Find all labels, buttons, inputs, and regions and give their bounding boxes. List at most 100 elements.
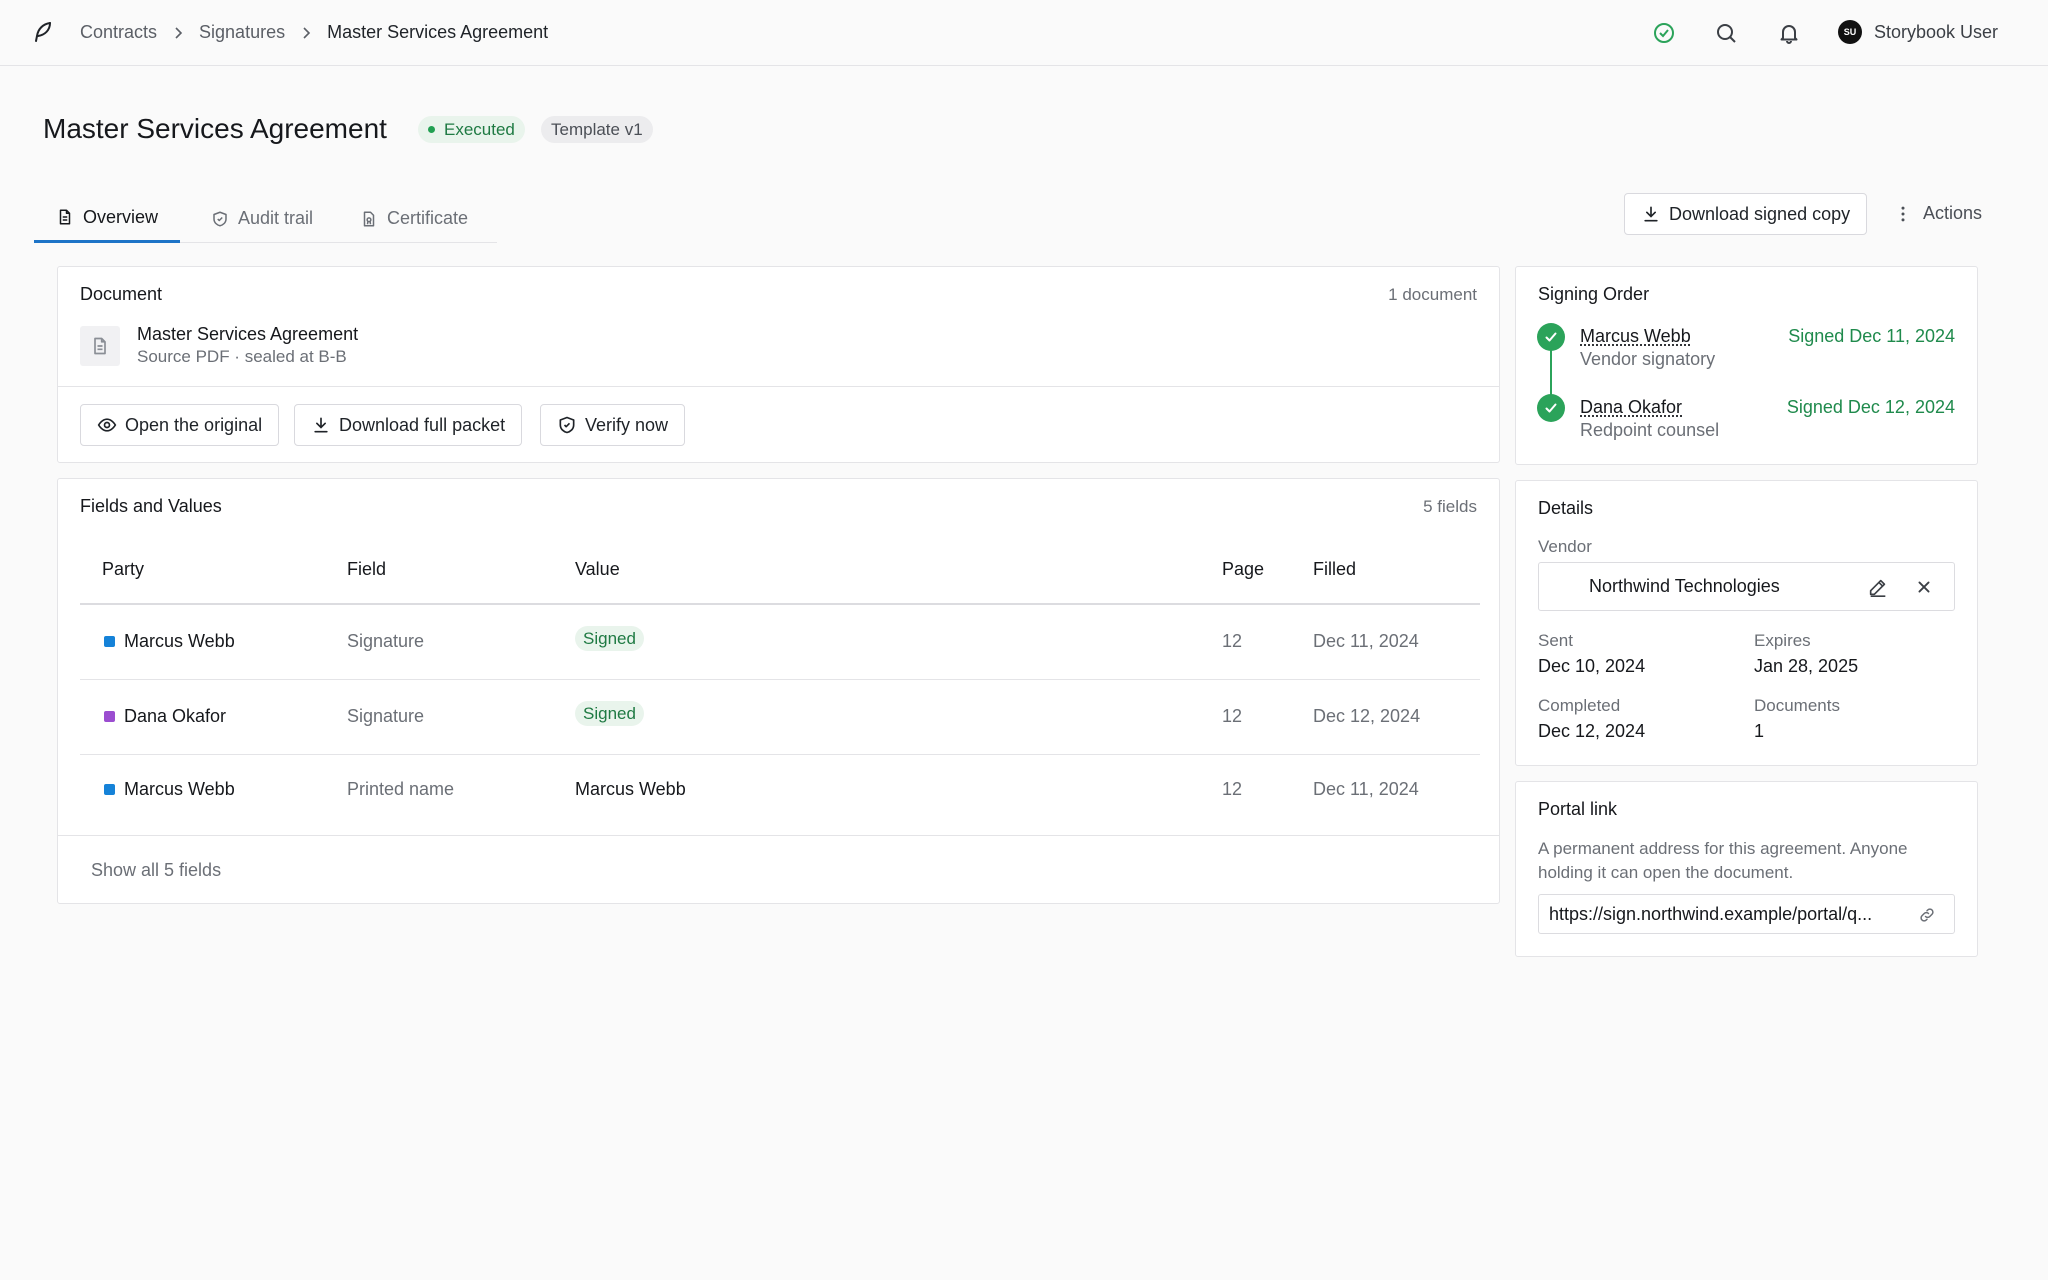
pencil-icon[interactable] (1867, 576, 1889, 598)
portal-url-field[interactable]: https://sign.northwind.example/portal/q.… (1538, 894, 1955, 934)
tab-overview-label: Overview (83, 206, 159, 227)
more-vertical-icon (1901, 206, 1905, 221)
tab-audit-trail[interactable]: Audit trail (211, 194, 313, 243)
document-card-title: Document (80, 284, 163, 304)
sent-value: Dec 10, 2024 (1538, 656, 1646, 676)
breadcrumb: Contracts Signatures Master Services Agr… (80, 22, 548, 43)
vendor-field[interactable]: Northwind Technologies (1538, 562, 1955, 611)
column-header-page[interactable]: Page (1222, 559, 1264, 580)
completed-label: Completed (1538, 696, 1621, 715)
tab-certificate[interactable]: Certificate (360, 194, 468, 243)
link-icon[interactable] (1918, 906, 1936, 924)
table-cell-filled: Dec 12, 2024 (1313, 706, 1421, 726)
signing-order-card: Signing Order Marcus Webb Vendor signato… (1515, 266, 1978, 465)
show-all-fields-link[interactable]: Show all 5 fields (91, 860, 221, 881)
portal-link-card: Portal link A permanent address for this… (1515, 781, 1978, 957)
signer-role: Vendor signatory (1580, 349, 1716, 369)
actions-label: Actions (1923, 203, 1983, 223)
party-color-swatch (104, 636, 115, 647)
signer-role: Redpoint counsel (1580, 420, 1720, 440)
tab-bar: Overview Audit trail Certificate (34, 194, 497, 243)
signer-complete-icon (1537, 323, 1565, 351)
document-icon (59, 209, 71, 225)
download-signed-copy-button[interactable]: Download signed copy (1624, 193, 1868, 235)
check-icon (1545, 332, 1557, 342)
tab-audit-trail-label: Audit trail (238, 208, 314, 228)
chevron-right-icon (175, 26, 183, 39)
column-header-party[interactable]: Party (102, 559, 144, 580)
tab-overview[interactable]: Overview (34, 194, 181, 243)
breadcrumb-signatures[interactable]: Signatures (199, 22, 285, 43)
column-header-field[interactable]: Field (347, 559, 386, 580)
signer-name[interactable]: Dana Okafor (1580, 397, 1682, 418)
portal-link-title: Portal link (1538, 799, 1618, 819)
column-header-filled[interactable]: Filled (1313, 559, 1356, 580)
table-cell-field: Signature (347, 706, 425, 726)
row-divider (80, 679, 1480, 680)
signer-name[interactable]: Marcus Webb (1580, 326, 1691, 347)
feather-logo-icon[interactable] (30, 20, 54, 44)
party-name: Marcus Webb (124, 631, 235, 651)
signer-status: Signed Dec 12, 2024 (1786, 397, 1955, 417)
download-icon (314, 417, 328, 433)
portal-url[interactable]: https://sign.northwind.example/portal/q.… (1549, 904, 1899, 925)
table-cell-filled: Dec 11, 2024 (1313, 779, 1419, 799)
signed-badge: Signed (575, 701, 644, 726)
table-cell-page: 12 (1222, 779, 1243, 799)
table-cell-field: Signature (347, 631, 425, 651)
table-cell-page: 12 (1222, 706, 1243, 726)
fields-card: Fields and Values 5 fields Party Field V… (57, 478, 1500, 904)
verify-now-label: Verify now (585, 414, 669, 435)
user-menu[interactable]: SU Storybook User (1838, 20, 1998, 44)
table-row-party[interactable]: Marcus Webb (104, 779, 235, 800)
party-color-swatch (104, 711, 115, 722)
signed-badge: Signed (575, 626, 644, 651)
fields-count: 5 fields (1423, 497, 1477, 516)
table-cell-page: 12 (1222, 631, 1243, 651)
open-original-button[interactable]: Open the original (80, 404, 280, 446)
actions-menu-button[interactable]: Actions (1893, 203, 1982, 224)
table-row-party[interactable]: Marcus Webb (104, 631, 235, 652)
column-header-value[interactable]: Value (575, 559, 620, 580)
download-full-packet-button[interactable]: Download full packet (294, 404, 523, 446)
expires-value: Jan 28, 2025 (1754, 656, 1859, 676)
check-icon (1545, 403, 1557, 413)
row-divider (80, 754, 1480, 755)
page-title: Master Services Agreement (43, 113, 387, 144)
bell-icon[interactable] (1777, 21, 1801, 45)
top-bar: Contracts Signatures Master Services Agr… (0, 0, 2048, 66)
user-name: Storybook User (1874, 21, 1999, 42)
table-row-party[interactable]: Dana Okafor (104, 706, 226, 727)
avatar: SU (1838, 20, 1862, 44)
verify-now-button[interactable]: Verify now (540, 404, 686, 446)
file-icon (94, 337, 106, 355)
details-title: Details (1538, 498, 1594, 518)
document-subtitle: Source PDF · sealed at B-B (137, 347, 347, 366)
chevron-right-icon (303, 26, 311, 39)
party-name: Marcus Webb (124, 779, 235, 799)
tab-certificate-label: Certificate (387, 208, 469, 228)
download-icon (1644, 206, 1658, 222)
table-cell-field: Printed name (347, 779, 455, 799)
signer-status: Signed Dec 11, 2024 (1788, 326, 1955, 346)
close-icon[interactable] (1913, 576, 1935, 598)
sent-label: Sent (1538, 631, 1573, 650)
table-cell-filled: Dec 11, 2024 (1313, 631, 1419, 651)
table-cell-value: Signed (575, 626, 644, 651)
portal-link-description: A permanent address for this agreement. … (1538, 839, 1908, 882)
status-badge: Executed (418, 116, 525, 143)
certificate-icon (363, 211, 375, 226)
shield-check-icon (213, 211, 227, 226)
breadcrumb-contracts[interactable]: Contracts (80, 22, 157, 43)
document-name[interactable]: Master Services Agreement (137, 324, 358, 345)
status-check-icon[interactable] (1652, 21, 1676, 45)
status-badge-label: Executed (444, 119, 515, 139)
template-badge: Template v1 (541, 116, 653, 143)
document-thumbnail (80, 326, 120, 366)
search-icon[interactable] (1714, 21, 1738, 45)
shield-check-icon (559, 416, 575, 434)
table-header-divider (80, 603, 1480, 605)
completed-value: Dec 12, 2024 (1538, 721, 1646, 741)
status-dot (428, 126, 435, 133)
breadcrumb-current: Master Services Agreement (327, 22, 549, 42)
